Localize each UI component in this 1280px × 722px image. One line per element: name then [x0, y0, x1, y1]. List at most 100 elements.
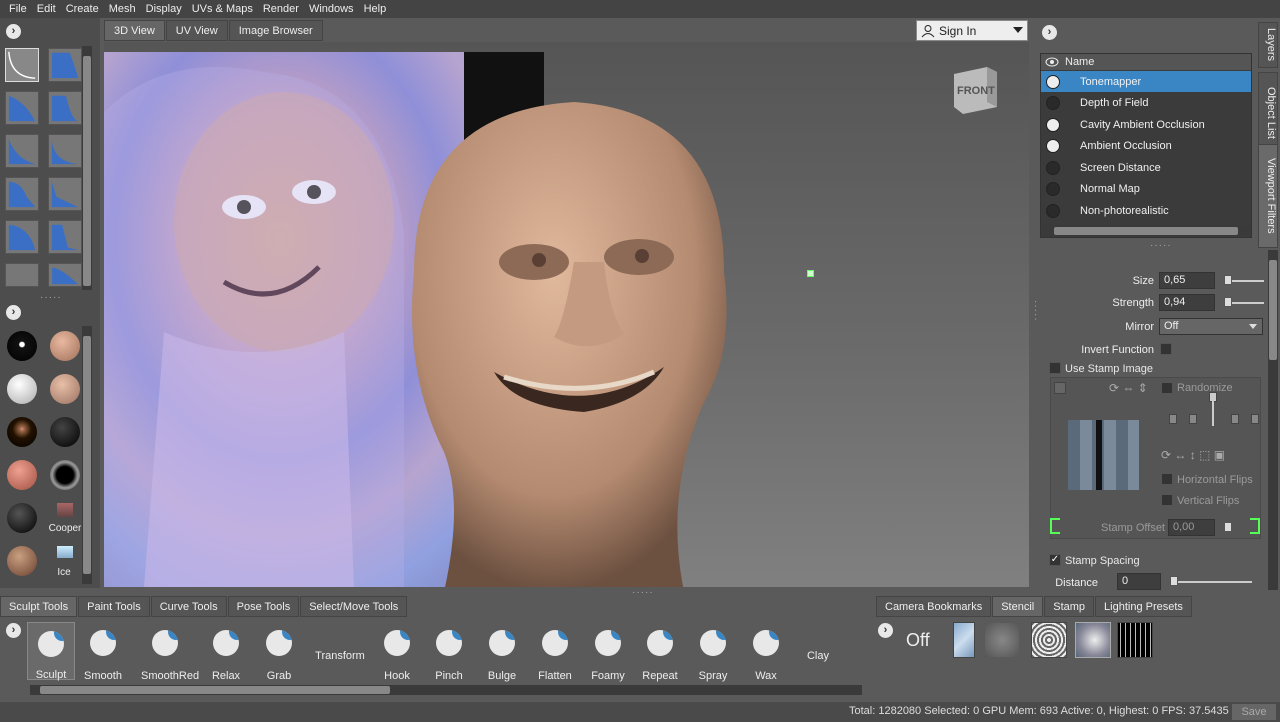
- tool-wax[interactable]: Wax: [742, 622, 790, 682]
- visibility-toggle-icon[interactable]: [1046, 74, 1060, 89]
- tool-bulge[interactable]: Bulge: [478, 622, 526, 682]
- menu-file[interactable]: File: [4, 3, 32, 15]
- strength-slider-knob[interactable]: [1224, 297, 1232, 307]
- tab-paint-tools[interactable]: Paint Tools: [78, 596, 150, 617]
- material-dark-brown[interactable]: [7, 417, 37, 447]
- falloff-curve-2[interactable]: [48, 48, 82, 82]
- stamp-offset-knob[interactable]: [1224, 522, 1232, 532]
- stamp-sliders[interactable]: [1169, 392, 1259, 440]
- tool-grab[interactable]: Grab: [255, 622, 303, 682]
- size-field[interactable]: 0,65: [1159, 272, 1215, 289]
- save-button[interactable]: Save: [1232, 704, 1276, 720]
- visibility-toggle-icon[interactable]: [1046, 203, 1060, 218]
- tool-clay[interactable]: Clay: [794, 622, 842, 680]
- filter-row[interactable]: Tonemapper: [1041, 71, 1251, 92]
- tool-hook[interactable]: Hook: [373, 622, 421, 682]
- stencil-thumb-2[interactable]: [984, 622, 1020, 658]
- visibility-toggle-icon[interactable]: [1046, 117, 1060, 132]
- tool-sculpt[interactable]: Sculpt: [27, 622, 75, 681]
- ice-icon[interactable]: [57, 546, 73, 558]
- visibility-toggle-icon[interactable]: [1046, 139, 1060, 153]
- materials-scrollbar[interactable]: [82, 326, 92, 584]
- visibility-toggle-icon[interactable]: [1046, 182, 1060, 196]
- expand-arrow-icon[interactable]: ›: [6, 623, 21, 638]
- stamp-preview[interactable]: [1068, 420, 1139, 490]
- filter-row[interactable]: Screen Distance: [1041, 157, 1251, 178]
- tool-flatten[interactable]: Flatten: [531, 622, 579, 682]
- falloff-curve-7[interactable]: [5, 177, 39, 211]
- stamp-offset-field[interactable]: 0,00: [1168, 519, 1215, 536]
- tool-relax[interactable]: Relax: [202, 622, 250, 682]
- expand-arrow-icon[interactable]: ›: [878, 623, 893, 638]
- stencil-off[interactable]: Off: [906, 630, 930, 651]
- use-stamp-checkbox[interactable]: [1049, 362, 1061, 374]
- menu-create[interactable]: Create: [61, 3, 104, 15]
- falloff-curve-11[interactable]: [5, 263, 39, 287]
- material-bronze[interactable]: [7, 546, 37, 576]
- viewport-grip[interactable]: ·····: [632, 587, 654, 598]
- tab-stencil[interactable]: Stencil: [992, 596, 1044, 617]
- tab-curve-tools[interactable]: Curve Tools: [150, 596, 227, 617]
- menu-edit[interactable]: Edit: [32, 3, 61, 15]
- invert-function-checkbox[interactable]: [1160, 343, 1172, 355]
- falloff-curve-6[interactable]: [48, 134, 82, 168]
- tool-spray[interactable]: Spray: [689, 622, 737, 682]
- material-white[interactable]: [7, 374, 37, 404]
- tab-pose-tools[interactable]: Pose Tools: [227, 596, 300, 617]
- menu-display[interactable]: Display: [141, 3, 187, 15]
- strength-field[interactable]: 0,94: [1159, 294, 1215, 311]
- tool-pinch[interactable]: Pinch: [425, 622, 473, 682]
- material-skin-light[interactable]: [50, 374, 80, 404]
- material-chrome[interactable]: [50, 460, 80, 490]
- falloff-curve-5[interactable]: [5, 134, 39, 168]
- filter-row[interactable]: Ambient Occlusion: [1041, 136, 1251, 157]
- menu-help[interactable]: Help: [359, 3, 392, 15]
- stencil-thumb-3[interactable]: [1031, 622, 1067, 658]
- tab-object-list[interactable]: Object List: [1258, 72, 1278, 154]
- expand-arrow-icon[interactable]: ›: [1042, 25, 1057, 40]
- horizontal-flips-checkbox[interactable]: [1161, 473, 1173, 485]
- stencil-thumb-4[interactable]: [1075, 622, 1111, 658]
- menu-uvs-maps[interactable]: UVs & Maps: [187, 3, 258, 15]
- properties-scrollbar[interactable]: [1268, 250, 1278, 590]
- tab-stamp[interactable]: Stamp: [1044, 596, 1095, 617]
- filter-row[interactable]: Depth of Field: [1041, 93, 1251, 114]
- material-black-dot[interactable]: [7, 331, 37, 361]
- material-red-clay[interactable]: [7, 460, 37, 490]
- stencil-thumb-5[interactable]: [1117, 622, 1153, 658]
- filter-row[interactable]: Cavity Ambient Occlusion: [1041, 114, 1251, 135]
- tab-layers[interactable]: Layers: [1258, 22, 1278, 68]
- falloff-curve-10[interactable]: [48, 220, 82, 254]
- 3d-viewport[interactable]: FRONT: [104, 42, 1029, 587]
- stencil-thumb-1[interactable]: [953, 622, 975, 658]
- tool-repeat[interactable]: Repeat: [636, 622, 684, 682]
- vertical-flips-checkbox[interactable]: [1161, 494, 1173, 506]
- falloff-curve-9[interactable]: [5, 220, 39, 254]
- view-cube[interactable]: FRONT: [949, 62, 999, 117]
- filters-hscrollbar[interactable]: [1042, 226, 1250, 236]
- mirror-select[interactable]: Off: [1159, 318, 1263, 335]
- filter-row[interactable]: Normal Map: [1041, 179, 1251, 200]
- stamp-spacing-checkbox[interactable]: ✓: [1049, 554, 1061, 566]
- splitter-grip[interactable]: ·····: [1030, 300, 1041, 322]
- tab-lighting-presets[interactable]: Lighting Presets: [1095, 596, 1192, 617]
- distance-slider-knob[interactable]: [1170, 576, 1178, 586]
- falloff-curve-12[interactable]: [48, 263, 82, 287]
- filter-row[interactable]: Non-photorealistic: [1041, 200, 1251, 221]
- randomize-checkbox[interactable]: [1161, 382, 1173, 394]
- rotate-flip-icons[interactable]: ⟳ ⇔ ⇕: [1109, 381, 1148, 395]
- menu-mesh[interactable]: Mesh: [104, 3, 141, 15]
- tab-select-move-tools[interactable]: Select/Move Tools: [300, 596, 408, 617]
- falloff-curve-8[interactable]: [48, 177, 82, 211]
- dropdown-arrow-icon[interactable]: [1013, 27, 1023, 33]
- tab-image-browser[interactable]: Image Browser: [228, 20, 323, 41]
- tab-3d-view[interactable]: 3D View: [104, 20, 165, 41]
- tool-transform[interactable]: Transform: [312, 622, 368, 680]
- tools-hscrollbar[interactable]: [30, 685, 862, 695]
- tool-foamy[interactable]: Foamy: [584, 622, 632, 682]
- falloff-curve-3[interactable]: [5, 91, 39, 125]
- falloff-curve-1[interactable]: [5, 48, 39, 82]
- transform-icons[interactable]: ⟳ ↔ ↕ ⬚ ▣: [1161, 448, 1225, 462]
- cooper-icon[interactable]: [57, 503, 73, 517]
- visibility-toggle-icon[interactable]: [1046, 96, 1060, 110]
